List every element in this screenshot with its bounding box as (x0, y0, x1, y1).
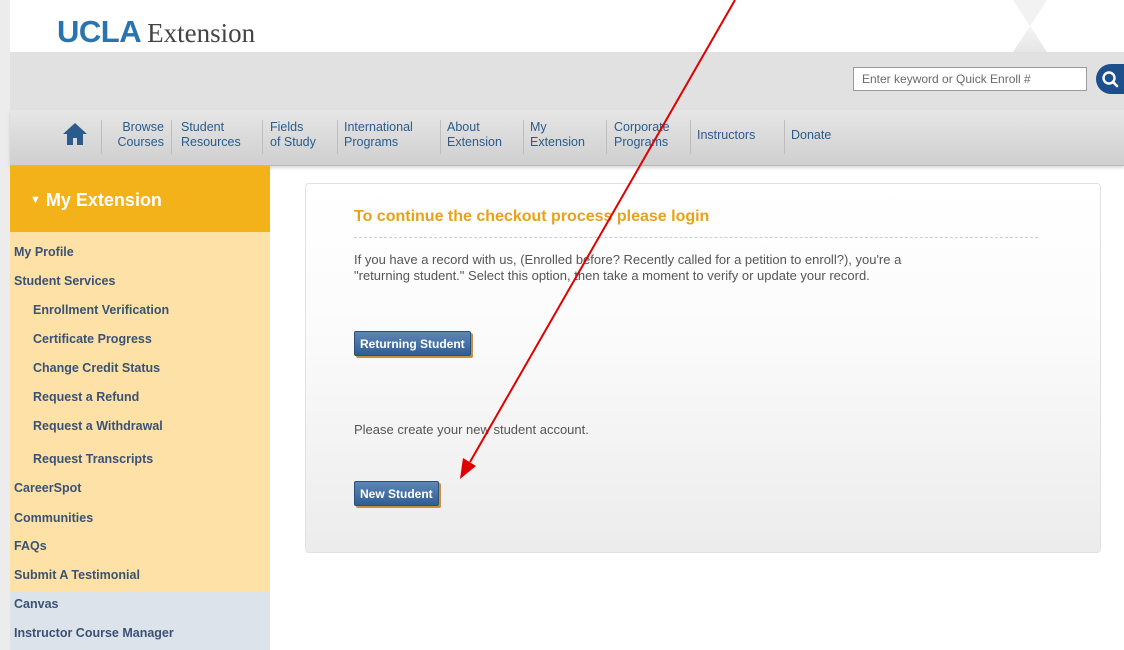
left-edge (0, 0, 10, 650)
caret-down-icon: ▼ (30, 194, 41, 206)
sidebar-item-change-credit-status[interactable]: Change Credit Status (33, 361, 160, 375)
sidebar-item-student-services[interactable]: Student Services (14, 274, 115, 288)
sidebar-title-text: My Extension (45, 190, 162, 210)
new-student-button[interactable]: New Student (354, 481, 439, 506)
nav-label-line2: Programs (344, 135, 399, 149)
sidebar-item-faqs[interactable]: FAQs (14, 539, 47, 553)
nav-label-line1: Instructors (697, 128, 756, 142)
search-button[interactable] (1096, 64, 1124, 94)
sidebar-item-my-profile[interactable]: My Profile (14, 245, 74, 259)
nav-about-extension[interactable]: About Extension (447, 120, 502, 150)
nav-separator (690, 120, 691, 154)
nav-corporate-programs[interactable]: Corporate Programs (614, 120, 670, 150)
nav-label-line1: About (447, 120, 480, 134)
new-student-description: Please create your new student account. (354, 422, 589, 437)
logo-ucla-text: UCLA (57, 14, 142, 49)
nav-label-line2: of Study (270, 135, 316, 149)
nav-label-line2: Programs (614, 135, 669, 149)
sidebar-item-communities[interactable]: Communities (14, 511, 93, 525)
nav-label-line1: My (530, 120, 547, 134)
sidebar-title: ▼ My Extension (30, 190, 162, 211)
nav-separator (440, 120, 441, 154)
sidebar-item-request-transcripts[interactable]: Request Transcripts (33, 452, 153, 466)
nav-donate[interactable]: Donate (791, 128, 831, 143)
nav-separator (606, 120, 607, 154)
sidebar-item-careerspot[interactable]: CareerSpot (14, 481, 81, 495)
nav-separator (171, 120, 172, 154)
nav-label-line1: International (344, 120, 413, 134)
search-icon (1102, 71, 1119, 88)
nav-student-resources[interactable]: Student Resources (181, 120, 241, 150)
nav-separator (337, 120, 338, 154)
nav-my-extension[interactable]: My Extension (530, 120, 585, 150)
nav-home-button[interactable] (62, 121, 88, 147)
sidebar-item-enrollment-verification[interactable]: Enrollment Verification (33, 303, 169, 317)
nav-browse-courses[interactable]: Browse Courses (110, 120, 164, 150)
page-title: To continue the checkout process please … (354, 208, 710, 225)
nav-label-line2: Extension (447, 135, 502, 149)
nav-fields-of-study[interactable]: Fields of Study (270, 120, 316, 150)
nav-label-line1: Fields (270, 120, 304, 134)
sidebar-header[interactable]: ▼ My Extension (10, 166, 270, 232)
sidebar-item-instructor-course-manager[interactable]: Instructor Course Manager (14, 626, 174, 640)
top-notch-shadow (1013, 26, 1047, 52)
sidebar-item-request-withdrawal[interactable]: Request a Withdrawal (33, 419, 163, 433)
home-icon (63, 123, 87, 145)
nav-separator (262, 120, 263, 154)
nav-label-line1: Donate (791, 128, 832, 142)
nav-instructors[interactable]: Instructors (697, 128, 755, 143)
ucla-extension-logo[interactable]: UCLA Extension (57, 14, 256, 49)
search-input[interactable] (853, 67, 1087, 91)
nav-label-line1: Student (181, 120, 225, 134)
returning-student-button[interactable]: Returning Student (354, 331, 471, 356)
top-notch-decoration (1013, 0, 1047, 26)
logo-extension-text: Extension (147, 18, 256, 48)
sidebar-item-canvas[interactable]: Canvas (14, 597, 58, 611)
nav-separator (101, 120, 102, 154)
nav-label-line1: Browse (122, 120, 164, 134)
nav-label-line2: Resources (181, 135, 241, 149)
nav-label-line2: Courses (117, 135, 164, 149)
title-divider (354, 237, 1038, 238)
nav-international-programs[interactable]: International Programs (344, 120, 413, 150)
returning-description-line2: "returning student." Select this option,… (354, 268, 870, 283)
sidebar-item-submit-testimonial[interactable]: Submit A Testimonial (14, 568, 140, 582)
returning-student-description: If you have a record with us, (Enrolled … (354, 252, 901, 284)
nav-separator (784, 120, 785, 154)
nav-separator (523, 120, 524, 154)
sidebar-item-certificate-progress[interactable]: Certificate Progress (33, 332, 152, 346)
returning-description-line1: If you have a record with us, (Enrolled … (354, 252, 902, 267)
nav-label-line2: Extension (530, 135, 585, 149)
nav-label-line1: Corporate (614, 120, 670, 134)
sidebar-item-request-refund[interactable]: Request a Refund (33, 390, 139, 404)
